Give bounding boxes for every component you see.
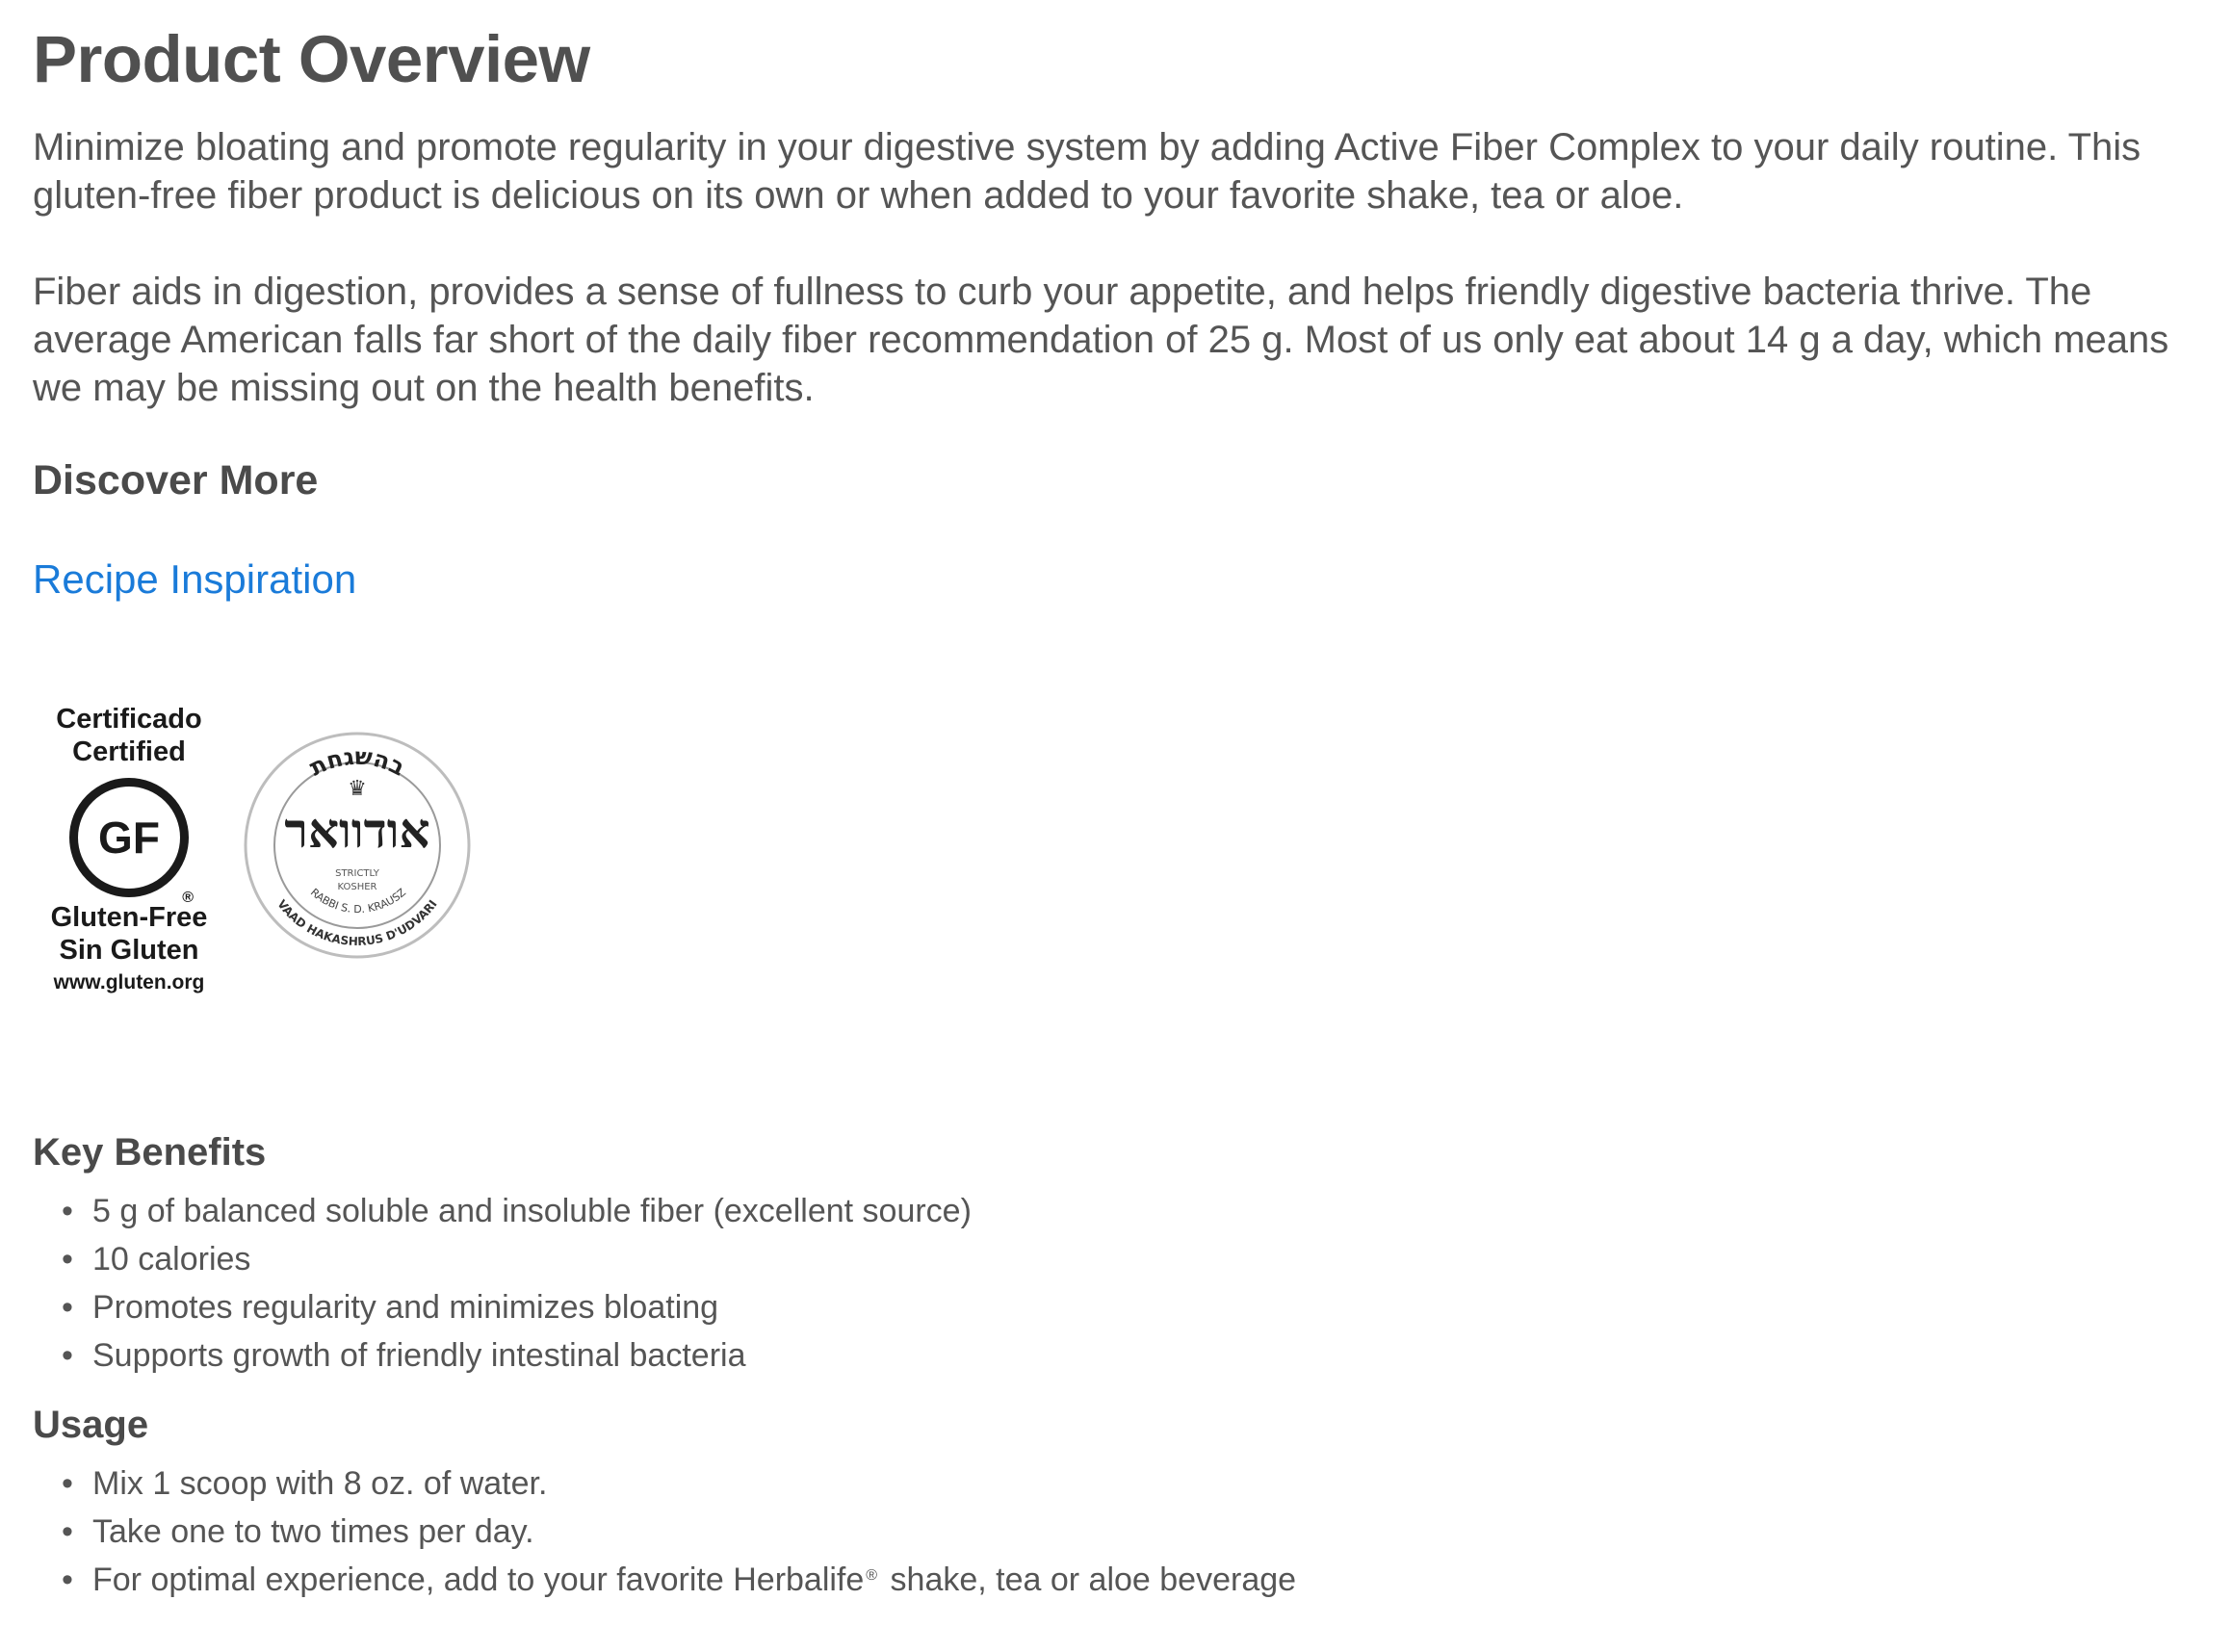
discover-more-heading: Discover More (33, 457, 319, 503)
kosher-hebrew-main: אודוואר (284, 802, 429, 859)
benefit-text: 10 calories (92, 1241, 251, 1278)
bullet-icon: • (62, 1562, 73, 1598)
recipe-inspiration-link[interactable]: Recipe Inspiration (33, 556, 356, 603)
kosher-strictly-text: STRICTLY (335, 868, 380, 879)
list-item: • For optimal experience, add to your fav… (62, 1556, 1296, 1604)
registered-mark: ® (866, 1567, 878, 1584)
list-item: • Mix 1 scoop with 8 oz. of water. (62, 1459, 1296, 1508)
usage-list: • Mix 1 scoop with 8 oz. of water. • Take … (62, 1459, 1296, 1604)
page-title: Product Overview (33, 22, 590, 96)
overview-paragraph-2: Fiber aids in digestion, provides a sens… (33, 271, 2169, 409)
kosher-kosher-text: KOSHER (337, 882, 376, 892)
kosher-top-arc-text: בהשגחת (305, 743, 409, 782)
list-item: • Take one to two times per day. (62, 1508, 1296, 1556)
benefit-text: Promotes regularity and minimizes bloati… (92, 1289, 719, 1326)
crown-icon: ♛ (348, 777, 367, 801)
list-item: • Promotes regularity and minimizes bloat… (62, 1283, 972, 1331)
usage-text: Take one to two times per day. (92, 1513, 534, 1550)
list-item: • Supports growth of friendly intestinal … (62, 1331, 972, 1380)
badge-certificado-text: Certificado (56, 704, 202, 735)
badge-gluten-free-text: Gluten-Free (50, 902, 208, 933)
list-item: • 5 g of balanced soluble and insoluble f… (62, 1187, 972, 1235)
badge-certified-text: Certified (72, 736, 186, 767)
bullet-icon: • (62, 1193, 73, 1229)
svg-text:בהשגחת: בהשגחת (305, 743, 409, 782)
bullet-icon: • (62, 1289, 73, 1326)
usage-text-before: For optimal experience, add to your favo… (92, 1562, 865, 1598)
bullet-icon: • (62, 1241, 73, 1278)
usage-text: Mix 1 scoop with 8 oz. of water. (92, 1465, 548, 1502)
usage-text-after: shake, tea or aloe beverage (881, 1562, 1297, 1598)
overview-paragraph-1: Minimize bloating and promote regularity… (33, 126, 2141, 217)
benefit-text: 5 g of balanced soluble and insoluble fi… (92, 1193, 972, 1229)
gf-letters: GF (98, 813, 160, 863)
benefit-text: Supports growth of friendly intestinal b… (92, 1337, 746, 1374)
bullet-icon: • (62, 1513, 73, 1550)
list-item: • 10 calories (62, 1235, 972, 1283)
kosher-seal-icon: בהשגחת ♛ אודוואר STRICTLY KOSHER RABBI S… (244, 732, 471, 959)
bullet-icon: • (62, 1337, 73, 1374)
gluten-free-certified-badge: Certificado Certified GF ® Gluten-Free S… (42, 703, 216, 994)
kosher-seal-badge: בהשגחת ♛ אודוואר STRICTLY KOSHER RABBI S… (240, 703, 476, 968)
key-benefits-heading: Key Benefits (33, 1131, 267, 1174)
registered-mark: ® (182, 890, 194, 906)
bullet-icon: • (62, 1465, 73, 1502)
badge-url-text: www.gluten.org (53, 971, 205, 994)
badge-sin-gluten-text: Sin Gluten (59, 935, 199, 966)
usage-heading: Usage (33, 1404, 149, 1446)
key-benefits-list: • 5 g of balanced soluble and insoluble f… (62, 1187, 972, 1380)
gf-circle-icon: GF ® (69, 778, 194, 906)
